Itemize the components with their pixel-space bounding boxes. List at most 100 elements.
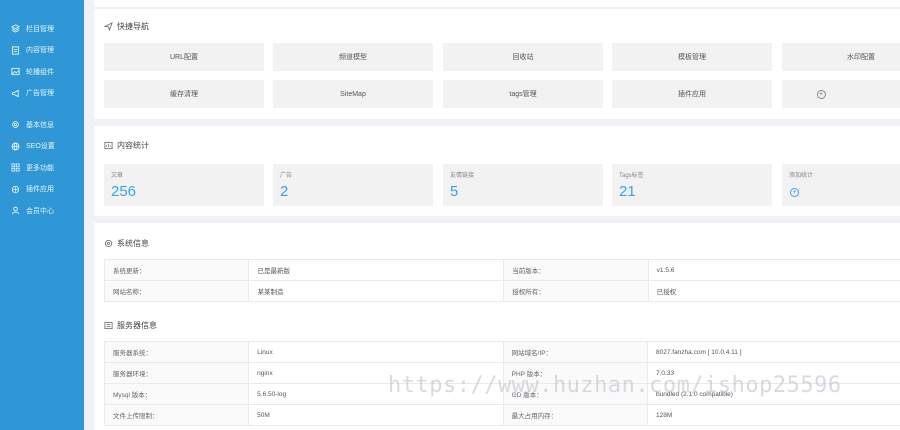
sidebar-item-content[interactable]: 内容管理 [0, 40, 84, 62]
table-key: PHP 版本： [502, 362, 649, 384]
table-value: 5.6.50-log [248, 383, 504, 405]
table-value: v1.5.6 [647, 259, 900, 281]
image-icon [10, 67, 20, 77]
table-key: 系统更新： [103, 259, 250, 281]
quicknav-tags-manage[interactable]: tags管理 [443, 80, 603, 108]
table-value: 已授权 [647, 280, 900, 302]
sidebar-item-label: 更多功能 [26, 164, 54, 172]
quicknav-panel: 快捷导航 URL配置 频道模型 回收站 模板管理 水印配置 缓存清理 SiteM… [94, 9, 900, 119]
stat-links[interactable]: 友情链接 5 [443, 164, 603, 206]
table-row: 系统更新： 已是最新版 当前版本： v1.5.6 [103, 259, 900, 281]
sidebar-item-label: 基本信息 [26, 121, 54, 129]
table-value: 已是最新版 [248, 259, 505, 281]
quicknav-template-manage[interactable]: 模板管理 [612, 43, 772, 71]
stat-label: 添加统计 [789, 173, 814, 179]
stat-value: 21 [619, 183, 636, 200]
chart-icon [104, 141, 113, 150]
sidebar: 栏目管理 内容管理 轮播组件 广告管理 基本信息 SEO设置 更多功能 插件应用… [0, 0, 84, 430]
table-value: 8027.fanzha.com [ 10.0.4.11 ] [647, 341, 900, 363]
stat-label: 友情链接 [450, 173, 475, 179]
main-content: 快捷导航 URL配置 频道模型 回收站 模板管理 水印配置 缓存清理 SiteM… [94, 0, 900, 430]
table-value: 50M [248, 404, 504, 426]
sysinfo-table: 系统更新： 已是最新版 当前版本： v1.5.6 网站名称： 某某制造 授权所有… [103, 259, 900, 302]
plus-circle-icon: + [790, 188, 799, 197]
quicknav-url-config[interactable]: URL配置 [104, 43, 264, 71]
sidebar-item-label: 内容管理 [26, 47, 54, 55]
table-value: 某某制造 [248, 280, 505, 302]
sidebar-item-label: 广告管理 [26, 90, 54, 98]
sidebar-item-carousel[interactable]: 轮播组件 [0, 61, 84, 83]
stat-value: 256 [111, 183, 137, 200]
stat-value: 2 [280, 183, 289, 200]
table-row: 服务器系统： Linux 网站域名/IP： 8027.fanzha.com [ … [103, 341, 900, 363]
megaphone-icon [10, 88, 20, 98]
stat-label: 文章 [111, 173, 124, 179]
stat-label: 广告 [280, 173, 293, 179]
info-panel: 系统信息 系统更新： 已是最新版 当前版本： v1.5.6 网站名称： 某某制造… [94, 223, 900, 430]
quicknav-cache-clear[interactable]: 缓存清理 [104, 80, 264, 108]
server-title: 服务器信息 [104, 320, 157, 331]
sidebar-item-label: SEO设置 [26, 143, 55, 151]
stat-ads[interactable]: 广告 2 [273, 164, 433, 206]
sidebar-item-label: 会员中心 [26, 207, 54, 215]
server-table: 服务器系统： Linux 网站域名/IP： 8027.fanzha.com [ … [103, 341, 900, 426]
table-key: 授权所有： [503, 280, 649, 302]
gear-icon [10, 120, 20, 130]
sidebar-item-label: 插件应用 [26, 186, 54, 194]
quicknav-sitemap[interactable]: SiteMap [273, 80, 433, 108]
stat-tags[interactable]: Tags标签 21 [612, 164, 772, 206]
list-icon [104, 321, 113, 330]
table-value: 128M [647, 404, 900, 426]
top-strip [94, 0, 900, 7]
table-key: 文件上传限制： [103, 404, 250, 426]
stat-add[interactable]: 添加统计 + [782, 164, 900, 206]
table-key: GD 版本： [502, 383, 649, 405]
sidebar-item-columns[interactable]: 栏目管理 [0, 18, 84, 40]
sidebar-item-label: 栏目管理 [26, 25, 54, 33]
sidebar-item-members[interactable]: 会员中心 [0, 200, 84, 222]
sidebar-item-label: 轮播组件 [26, 68, 54, 76]
stats-title: 内容统计 [104, 140, 149, 151]
plugin-icon [10, 184, 20, 194]
file-icon [10, 45, 20, 55]
settings-icon [104, 239, 113, 248]
globe-icon [10, 141, 20, 151]
sysinfo-title: 系统信息 [104, 238, 149, 249]
stat-value: 5 [450, 183, 459, 200]
quicknav-recycle-bin[interactable]: 回收站 [443, 43, 603, 71]
table-key: 服务器环境： [103, 362, 250, 384]
sidebar-group-settings: 基本信息 SEO设置 更多功能 插件应用 会员中心 [0, 104, 84, 222]
user-icon [10, 206, 20, 216]
table-key: 最大占用内存： [502, 404, 649, 426]
table-key: 网站名称： [103, 280, 250, 302]
table-value: 7.0.33 [647, 362, 900, 384]
quicknav-plugin-apps[interactable]: 插件应用 [612, 80, 772, 108]
table-key: 当前版本： [503, 259, 649, 281]
plus-circle-icon: + [816, 89, 826, 99]
sidebar-item-ads[interactable]: 广告管理 [0, 83, 84, 105]
quicknav-title: 快捷导航 [104, 21, 149, 32]
table-row: 文件上传限制： 50M 最大占用内存： 128M [103, 404, 900, 426]
stat-articles[interactable]: 文章 256 [104, 164, 264, 206]
stats-panel: 内容统计 文章 256 广告 2 友情链接 5 Tags标签 21 添加统计 + [94, 126, 900, 216]
table-value: bundled (2.1.0 compatible) [647, 383, 900, 405]
table-value: Linux [248, 341, 504, 363]
table-key: 网站域名/IP： [502, 341, 649, 363]
sidebar-item-more[interactable]: 更多功能 [0, 157, 84, 179]
sidebar-group-content: 栏目管理 内容管理 轮播组件 广告管理 [0, 0, 84, 104]
table-row: 服务器环境： nginx PHP 版本： 7.0.33 [103, 362, 900, 384]
sidebar-item-basic-info[interactable]: 基本信息 [0, 114, 84, 136]
send-icon [104, 22, 113, 31]
table-row: 网站名称： 某某制造 授权所有： 已授权 [103, 280, 900, 302]
layers-icon [10, 24, 20, 34]
quicknav-add-button[interactable]: + [782, 80, 900, 108]
table-value: nginx [248, 362, 504, 384]
sidebar-item-seo[interactable]: SEO设置 [0, 136, 84, 158]
table-row: Mysql 版本： 5.6.50-log GD 版本： bundled (2.1… [103, 383, 900, 405]
stat-label: Tags标签 [619, 173, 644, 179]
table-key: Mysql 版本： [103, 383, 250, 405]
quicknav-watermark-config[interactable]: 水印配置 [782, 43, 900, 71]
table-key: 服务器系统： [103, 341, 250, 363]
sidebar-item-plugins[interactable]: 插件应用 [0, 179, 84, 201]
quicknav-channel-model[interactable]: 频道模型 [273, 43, 433, 71]
